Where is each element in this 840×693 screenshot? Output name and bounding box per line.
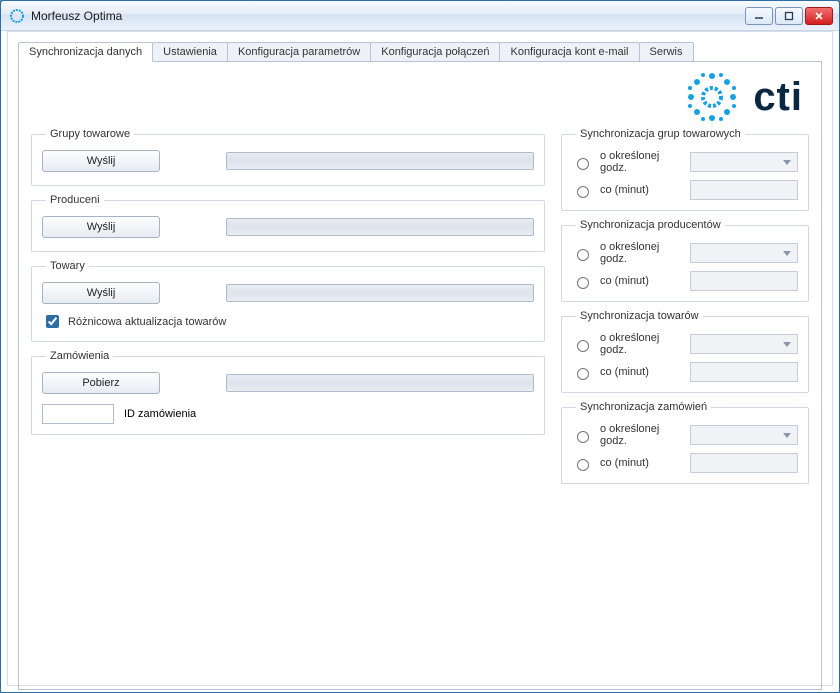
sync-producers: Synchronizacja producentów o określonej … <box>561 219 809 302</box>
sync-producers-interval-input[interactable] <box>690 271 798 291</box>
sync-orders-interval-input[interactable] <box>690 453 798 473</box>
progress-groups <box>226 152 534 170</box>
legend-towary: Towary <box>46 260 89 272</box>
sync-producers-time-label: o określonej godz. <box>600 241 682 265</box>
sync-orders-time-radio[interactable] <box>577 431 589 443</box>
group-zamowienia: Zamówienia Pobierz ID zamówienia <box>31 350 545 435</box>
group-grupy-towarowe: Grupy towarowe Wyślij <box>31 128 545 186</box>
sync-groups-interval-input[interactable] <box>690 180 798 200</box>
tab-body: cti Grupy towarowe Wyślij Produceni <box>18 62 822 690</box>
sync-producers-interval-radio[interactable] <box>577 277 589 289</box>
progress-orders <box>226 374 534 392</box>
tab-connections[interactable]: Konfiguracja połączeń <box>370 42 500 61</box>
group-produceni: Produceni Wyślij <box>31 194 545 252</box>
order-id-label: ID zamówienia <box>124 408 196 420</box>
sync-orders-time-combo[interactable] <box>690 425 798 445</box>
logo-text: cti <box>753 75 803 120</box>
sync-producers-interval-label: co (minut) <box>600 275 682 287</box>
legend-sync-groups: Synchronizacja grup towarowych <box>576 128 745 140</box>
sync-goods-time-combo[interactable] <box>690 334 798 354</box>
titlebar: Morfeusz Optima <box>1 1 839 31</box>
legend-sync-orders: Synchronizacja zamówień <box>576 401 711 413</box>
sync-goods-interval-input[interactable] <box>690 362 798 382</box>
progress-producers <box>226 218 534 236</box>
order-id-input[interactable] <box>42 404 114 424</box>
sync-goods-time-radio[interactable] <box>577 340 589 352</box>
fetch-orders-button[interactable]: Pobierz <box>42 372 160 394</box>
tab-strip: Synchronizacja danych Ustawienia Konfigu… <box>18 42 822 62</box>
sync-producers-time-radio[interactable] <box>577 249 589 261</box>
sync-groups-time-radio[interactable] <box>577 158 589 170</box>
tab-email[interactable]: Konfiguracja kont e-mail <box>499 42 639 61</box>
sync-orders-interval-radio[interactable] <box>577 459 589 471</box>
send-groups-button[interactable]: Wyślij <box>42 150 160 172</box>
diff-update-checkbox[interactable] <box>46 315 59 328</box>
diff-update-label: Różnicowa aktualizacja towarów <box>68 316 226 328</box>
window-title: Morfeusz Optima <box>31 9 122 23</box>
logo-mark-icon <box>685 70 739 124</box>
group-towary: Towary Wyślij Różnicowa aktualizacja tow… <box>31 260 545 342</box>
legend-grupy: Grupy towarowe <box>46 128 134 140</box>
sync-goods-time-label: o określonej godz. <box>600 332 682 356</box>
sync-groups-time-label: o określonej godz. <box>600 150 682 174</box>
sync-orders: Synchronizacja zamówień o określonej god… <box>561 401 809 484</box>
legend-produceni: Produceni <box>46 194 104 206</box>
sync-orders-interval-label: co (minut) <box>600 457 682 469</box>
sync-groups-time-combo[interactable] <box>690 152 798 172</box>
legend-sync-goods: Synchronizacja towarów <box>576 310 703 322</box>
sync-groups-interval-radio[interactable] <box>577 186 589 198</box>
send-goods-button[interactable]: Wyślij <box>42 282 160 304</box>
app-icon <box>9 8 25 24</box>
progress-goods <box>226 284 534 302</box>
send-producers-button[interactable]: Wyślij <box>42 216 160 238</box>
sync-producers-time-combo[interactable] <box>690 243 798 263</box>
tab-params[interactable]: Konfiguracja parametrów <box>227 42 371 61</box>
sync-groups: Synchronizacja grup towarowych o określo… <box>561 128 809 211</box>
legend-zamowienia: Zamówienia <box>46 350 113 362</box>
tab-service[interactable]: Serwis <box>639 42 694 61</box>
brand-logo: cti <box>685 70 803 124</box>
maximize-button[interactable] <box>775 7 803 25</box>
tab-settings[interactable]: Ustawienia <box>152 42 228 61</box>
legend-sync-producers: Synchronizacja producentów <box>576 219 725 231</box>
tab-sync[interactable]: Synchronizacja danych <box>18 42 153 62</box>
sync-goods-interval-radio[interactable] <box>577 368 589 380</box>
window-controls <box>745 7 833 25</box>
app-window: Morfeusz Optima Synchronizacja danych Us… <box>0 0 840 693</box>
client-area: Synchronizacja danych Ustawienia Konfigu… <box>7 31 833 686</box>
sync-goods: Synchronizacja towarów o określonej godz… <box>561 310 809 393</box>
minimize-button[interactable] <box>745 7 773 25</box>
sync-orders-time-label: o określonej godz. <box>600 423 682 447</box>
sync-groups-interval-label: co (minut) <box>600 184 682 196</box>
sync-goods-interval-label: co (minut) <box>600 366 682 378</box>
close-button[interactable] <box>805 7 833 25</box>
